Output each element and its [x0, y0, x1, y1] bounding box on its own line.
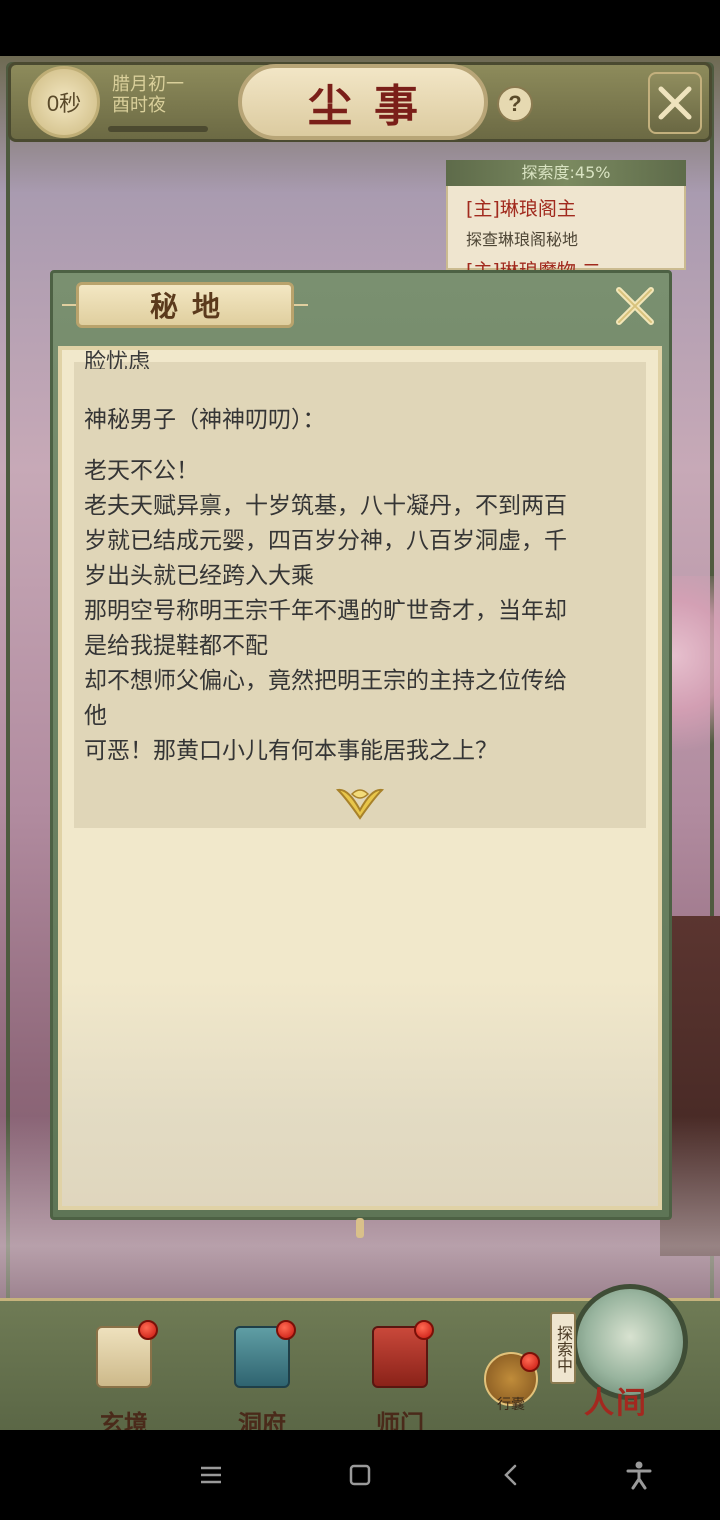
notification-dot — [138, 1320, 158, 1340]
time-progress-bar — [108, 126, 208, 132]
nav-shimen[interactable]: 师门 — [350, 1320, 450, 1438]
back-icon — [504, 1464, 517, 1486]
date-time: 酉时夜 — [112, 95, 166, 116]
world-label: 人间 — [584, 1386, 648, 1421]
dialog-title-plaque: 秘地 — [76, 282, 294, 328]
dialogue-line: 却不想师父偏心，竟然把明王宗的主持之位传给 — [84, 668, 567, 694]
dialogue-line: 那明空号称明王宗千年不遇的旷世奇才，当年却 — [84, 598, 567, 624]
game-date: 腊月初一 酉时夜 — [112, 74, 184, 116]
exploration-progress[interactable]: 探索度:45% — [446, 160, 686, 186]
dialogue-speaker: 神秘男子（神神叨叨）： — [84, 407, 326, 433]
nav-bag[interactable]: 行囊 — [478, 1348, 544, 1418]
timer-badge: 0秒 — [28, 66, 100, 138]
close-icon — [658, 86, 692, 120]
nav-dongfu[interactable]: 洞府 — [212, 1320, 312, 1438]
home-icon — [349, 1464, 371, 1486]
quest-description: 探查琳琅阁秘地 — [466, 230, 579, 249]
quest-next-title[interactable]: [主]琳琅魔物 二 — [466, 256, 601, 270]
help-icon: ? — [508, 91, 522, 116]
accessibility-button[interactable] — [622, 1458, 656, 1492]
notification-dot — [276, 1320, 296, 1340]
timer-text: 0秒 — [46, 91, 82, 116]
scroll-pin — [356, 1218, 364, 1238]
dialog-title: 秘地 — [149, 290, 234, 323]
exploration-progress-label: 探索度:45% — [521, 163, 611, 182]
back-button[interactable] — [494, 1458, 528, 1492]
notification-dot — [520, 1352, 540, 1372]
home-button[interactable] — [343, 1458, 377, 1492]
exit-scene-button[interactable] — [648, 72, 702, 134]
status-strip — [0, 0, 720, 56]
continue-arrow-icon[interactable] — [334, 780, 386, 822]
scene-title-plaque: 尘事 — [238, 64, 488, 140]
dialogue-line: 是给我提鞋都不配 — [84, 633, 268, 659]
dialogue-line: 岁出头就已经跨入大乘 — [84, 563, 314, 589]
dialogue-line: 岁就已结成元婴，四百岁分神，八百岁洞虚，千 — [84, 528, 567, 554]
exploring-tag: 探索中 — [550, 1312, 576, 1384]
scene-title: 尘事 — [308, 81, 440, 132]
menu-icon — [201, 1466, 221, 1484]
menu-button[interactable] — [194, 1458, 228, 1492]
close-icon — [616, 287, 654, 325]
notification-dot — [414, 1320, 434, 1340]
dialogue-previous-line: 脸忧虑 — [84, 350, 151, 369]
landscape-painting — [62, 980, 658, 1206]
dialogue-line: 他 — [84, 703, 107, 729]
dialog-close-button[interactable] — [612, 284, 658, 328]
date-day: 腊月初一 — [112, 74, 184, 95]
dialogue-line: 可恶！那黄口小儿有何本事能居我之上？ — [84, 738, 498, 764]
quest-title[interactable]: [主]琳琅阁主 — [466, 194, 576, 221]
bag-label: 行囊 — [497, 1397, 525, 1413]
dialogue-line: 老天不公！ — [84, 458, 199, 484]
accessibility-icon — [626, 1461, 652, 1490]
help-button[interactable]: ? — [497, 86, 533, 122]
nav-xuanjing[interactable]: 玄境 — [74, 1320, 174, 1438]
dialogue-line: 老夫天赋异禀，十岁筑基，八十凝丹，不到两百 — [84, 493, 567, 519]
